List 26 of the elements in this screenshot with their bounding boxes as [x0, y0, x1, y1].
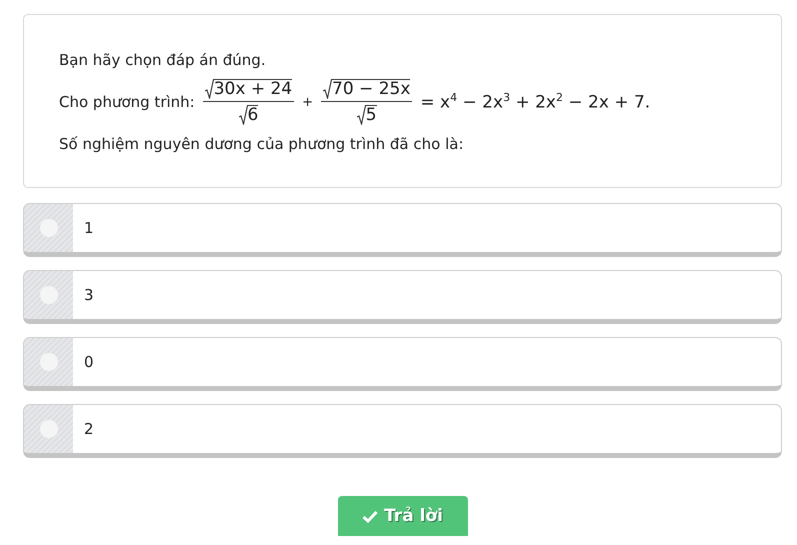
radical-icon — [204, 79, 214, 99]
option-label: 3 — [84, 286, 94, 304]
radical-icon — [356, 105, 366, 125]
check-icon — [362, 510, 378, 522]
option-label: 2 — [84, 420, 94, 438]
instruction-text: Bạn hãy chọn đáp án đúng. — [59, 51, 267, 69]
radical-icon — [238, 105, 248, 125]
question-text: Số nghiệm nguyên dương của phương trình đã cho là: — [59, 135, 465, 153]
answer-option[interactable]: 2 — [23, 404, 782, 458]
answer-option[interactable]: 0 — [23, 337, 782, 391]
denominator: 6 — [248, 105, 258, 125]
radio-icon[interactable] — [40, 219, 58, 237]
numerator: 30x + 24 — [214, 79, 292, 99]
denominator: 5 — [366, 105, 377, 125]
answer-option[interactable]: 1 — [23, 203, 782, 257]
answer-option[interactable]: 3 — [23, 270, 782, 324]
equation-right-side: = x$^{4}$ − 2x$^{3}$ + 2x$^{2}$ − 2x + 7. — [420, 91, 650, 113]
radio-icon[interactable] — [40, 353, 58, 371]
radical-icon — [323, 79, 332, 99]
plus-sign: + — [302, 94, 314, 110]
equation-label: Cho phương trình: — [59, 93, 195, 111]
option-label: 1 — [84, 219, 94, 237]
radio-icon[interactable] — [40, 420, 58, 438]
option-label: 0 — [84, 353, 94, 371]
numerator: 70 − 25x — [332, 79, 410, 99]
radio-icon[interactable] — [40, 286, 58, 304]
